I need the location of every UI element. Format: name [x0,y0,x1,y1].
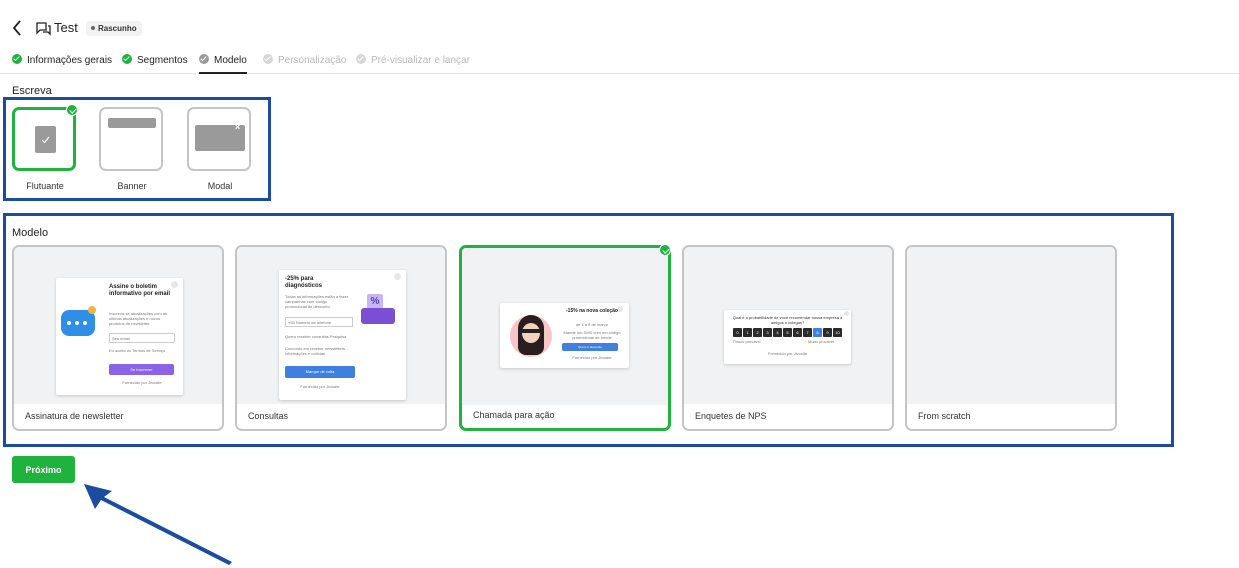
template-preview: -25% para diagnósticos Todas as informaç… [237,247,445,404]
step-label: Personalização [278,55,347,66]
step-segments[interactable]: Segmentos [122,54,188,74]
status-dot [91,26,95,30]
nps-score-cell: 1 [743,328,752,337]
selected-check-icon [659,244,671,256]
nps-score-cell: 6 [793,328,802,337]
preview-footer: Fornecido por Jivosite [572,355,612,360]
nps-score-cell: 9 [823,328,832,337]
preview-footer: Fornecido por Jivosite [122,380,162,385]
floating-preview-icon [35,126,56,153]
step-general-info[interactable]: Informações gerais [12,54,112,74]
nps-scale: 0 1 2 3 4 5 6 7 8 9 10 [733,328,843,337]
cta-popup-preview: -15% na nova coleção de 1 a 8 de março M… [500,303,629,368]
step-label: Informações gerais [27,55,113,66]
annotation-arrow-icon [84,484,232,565]
template-preview: Assine o boletim informativo por email I… [14,247,222,404]
check-circle-icon [263,54,273,64]
preview-button: Se inscrever [109,364,174,375]
check-circle-icon [12,54,22,64]
check-circle-icon [122,54,132,64]
preview-footer: Fornecido por Jivosite [767,351,808,356]
template-label: Enquetes de NPS [695,411,767,421]
nps-score-cell: 3 [763,328,772,337]
status-badge: Rascunho [86,21,142,36]
preview-body: Mande um SMS com um código promocional d… [563,330,621,340]
preview-phone-input: +55 Número de telefone [285,317,353,327]
preview-button: Marque de volta [285,366,355,378]
nps-score-cell: 5 [783,328,792,337]
preview-title: Assine o boletim informativo por email [109,284,171,297]
page-title: Test [54,20,78,35]
step-personalization[interactable]: Personalização [263,54,346,74]
template-card-nps[interactable]: Qual é a probabilidade de você recomenda… [682,245,894,431]
template-card-newsletter[interactable]: Assine o boletim informativo por email I… [12,245,224,431]
type-card-modal[interactable]: × [187,107,251,171]
template-preview: -15% na nova coleção de 1 a 8 de março M… [462,248,668,405]
step-model[interactable]: Modelo [199,54,247,74]
nps-score-cell: 10 [833,328,842,337]
close-icon [394,273,401,280]
chat-bubble-icon [35,21,51,37]
preview-consent: Eu aceito os Termos de Serviço [109,348,166,353]
step-preview-launch[interactable]: Pré-visualizar e lançar [356,54,470,74]
preview-body: Todas as informações estão a fazer campa… [285,294,349,309]
preview-low-label: Pouco provável [733,339,761,344]
next-button[interactable]: Próximo [12,456,75,483]
template-card-consultations[interactable]: -25% para diagnósticos Todas as informaç… [235,245,447,431]
basket-icon: % [361,294,397,326]
preview-footer: Fornecido por Jivosite [300,384,340,389]
type-card-floating[interactable] [12,107,76,171]
preview-button: Quero o desconto [562,343,618,351]
preview-body: Inscreva-se atualizações com as últimas … [109,311,168,326]
nps-score-cell: 2 [753,328,762,337]
step-label: Segmentos [137,55,188,66]
status-badge-label: Rascunho [98,24,137,33]
newsletter-popup-preview: Assine o boletim informativo por email I… [56,278,183,395]
check-circle-icon [356,54,366,64]
nps-score-cell: 0 [733,328,742,337]
preview-high-label: Muito provável [808,339,835,344]
step-label: Modelo [214,55,247,66]
template-label: Assinatura de newsletter [25,411,124,421]
template-preview: Qual é a probabilidade de você recomenda… [684,247,892,404]
nps-score-cell: 8 [813,328,822,337]
type-label-banner: Banner [117,181,147,191]
template-card-call-to-action[interactable]: -15% na nova coleção de 1 a 8 de março M… [459,245,671,431]
check-circle-icon [199,54,209,64]
template-label: Consultas [248,411,289,421]
consultations-popup-preview: -25% para diagnósticos Todas as informaç… [279,270,406,400]
preview-subtitle: de 1 a 8 de março [575,322,609,327]
preview-title: -25% para diagnósticos [285,276,323,289]
back-arrow-icon[interactable] [10,18,26,38]
preview-option-2: Concordo em receber newsletters informaç… [285,346,346,356]
template-label: Chamada para ação [473,410,555,420]
type-card-banner[interactable] [99,107,163,171]
chat-bubble-icon [61,306,96,336]
preview-phone-prefix: +55 [288,320,295,325]
step-label: Pré-visualizar e lançar [371,55,470,66]
template-preview [907,247,1115,404]
steps-nav: Informações gerais Segmentos Modelo Pers… [0,48,1239,74]
template-card-from-scratch[interactable]: From scratch [905,245,1117,431]
preview-title: Qual é a probabilidade de você recomenda… [732,315,843,325]
preview-phone-placeholder: Número de telefone [295,320,332,325]
template-label: From scratch [918,411,971,421]
woman-illustration-icon [506,309,556,365]
nps-score-cell: 7 [803,328,812,337]
type-label-modal: Modal [207,181,233,191]
banner-preview-icon [108,118,156,128]
write-section-title: Escreva [12,85,52,97]
page-header: Test Rascunho [0,0,1239,46]
preview-title: -15% na nova coleção [566,308,618,314]
nps-popup-preview: Qual é a probabilidade de você recomenda… [724,310,851,364]
preview-email-input: Seu email [109,333,175,343]
preview-option-1: Quero receber consultas Pesquisa [285,334,347,339]
nps-score-cell: 4 [773,328,782,337]
selected-check-icon [66,104,78,116]
close-icon: × [235,122,241,132]
type-label-floating: Flutuante [26,181,64,191]
